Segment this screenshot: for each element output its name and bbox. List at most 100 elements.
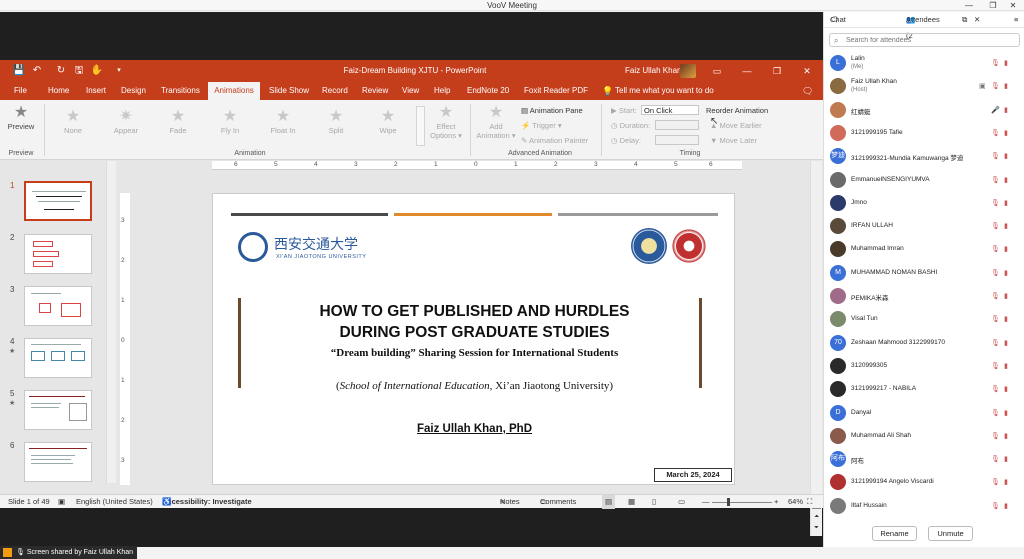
camera-off-icon[interactable]: ▮ [1004, 455, 1008, 463]
account-avatar[interactable] [680, 64, 696, 78]
zoom-slider[interactable] [712, 502, 772, 503]
animation-float-in[interactable]: ★ Float In [266, 108, 300, 135]
attendee-row[interactable]: 梦迪 3121999321-Mundia Kamuwanga 梦迪 🎙 ▮ [824, 145, 1024, 168]
attendee-row[interactable]: 阿布 阿布 🎙 ▮ [824, 448, 1024, 471]
tab-insert[interactable]: Insert [84, 82, 108, 100]
camera-off-icon[interactable]: ▮ [1004, 409, 1008, 417]
present-icon[interactable]: 🖫 [72, 60, 86, 82]
duration-input[interactable] [655, 120, 699, 130]
fit-to-window-icon[interactable]: ⛶ [807, 495, 812, 509]
mic-muted-icon[interactable]: 🎙 [991, 409, 1000, 417]
tab-file[interactable]: File [12, 82, 29, 100]
tab-slide-show[interactable]: Slide Show [267, 82, 311, 100]
animation-appear[interactable]: ✷ Appear [110, 108, 142, 135]
mic-muted-icon[interactable]: 🎙 [991, 245, 1000, 253]
ppt-minimize-icon[interactable]: — [737, 60, 757, 82]
camera-off-icon[interactable]: ▮ [1004, 106, 1008, 114]
animation-pane-button[interactable]: ▤ Animation Pane [521, 106, 583, 115]
tab-transitions[interactable]: Transitions [159, 82, 202, 100]
reading-view-icon[interactable]: ▯ [652, 495, 656, 509]
attendee-row[interactable]: D Danyal 🎙 ▮ [824, 402, 1024, 425]
camera-off-icon[interactable]: ▮ [1004, 199, 1008, 207]
slide-sorter-icon[interactable]: ▦ [628, 495, 635, 509]
undo-icon[interactable]: ↶ [30, 60, 44, 82]
mic-muted-icon[interactable]: 🎙 [991, 129, 1000, 137]
mic-muted-icon[interactable]: 🎙 [991, 339, 1000, 347]
camera-off-icon[interactable]: ▮ [1004, 245, 1008, 253]
zoom-in-icon[interactable]: + [774, 495, 778, 509]
tab-view[interactable]: View [400, 82, 421, 100]
animation-gallery-scroll[interactable] [416, 106, 425, 146]
attendee-row[interactable]: Iltaf Hussain 🎙 ▮ [824, 495, 1024, 518]
mic-muted-icon[interactable]: 🎙 [991, 152, 1000, 160]
attendee-row[interactable]: Faiz Ullah Khan (Host) ▣ 🎙 ▮ [824, 75, 1024, 98]
mic-muted-icon[interactable]: 🎙 [991, 478, 1000, 486]
previous-slide-icon[interactable]: ⏶ [812, 513, 821, 523]
attendee-row[interactable]: 3121999194 Angelo Viscardi 🎙 ▮ [824, 471, 1024, 494]
slide-thumbnail-6[interactable] [24, 442, 92, 482]
mic-muted-icon[interactable]: 🎙 [991, 362, 1000, 370]
camera-off-icon[interactable]: ▮ [1004, 269, 1008, 277]
animation-fly-in[interactable]: ★ Fly In [215, 108, 245, 135]
attendee-row[interactable]: 70 Zeshaan Mahmood 3122999170 🎙 ▮ [824, 332, 1024, 355]
mic-muted-icon[interactable]: 🎙 [991, 222, 1000, 230]
mic-muted-icon[interactable]: 🎙 [991, 292, 1000, 300]
camera-off-icon[interactable]: ▮ [1004, 129, 1008, 137]
close-button[interactable]: ✕ [1002, 0, 1024, 11]
slide-canvas[interactable]: 西安交通大学 XI'AN JIAOTONG UNIVERSITY HOW TO … [212, 193, 735, 485]
account-name[interactable]: Faiz Ullah Khan [625, 60, 681, 82]
effect-options-button[interactable]: ★ Effect Options ▾ [428, 104, 464, 140]
ppt-maximize-icon[interactable]: ❐ [767, 60, 787, 82]
zoom-slider-thumb[interactable] [727, 498, 730, 506]
attendee-row[interactable]: Jmno 🎙 ▮ [824, 192, 1024, 215]
mic-muted-icon[interactable]: 🎙 [991, 315, 1000, 323]
trigger-button[interactable]: ⚡ Trigger ▾ [521, 121, 562, 130]
camera-off-icon[interactable]: ▮ [1004, 292, 1008, 300]
slideshow-view-icon[interactable]: ▭ [678, 495, 685, 509]
attendee-row[interactable]: 3120999305 🎙 ▮ [824, 355, 1024, 378]
mic-muted-icon[interactable]: 🎙 [991, 385, 1000, 393]
preview-button[interactable]: ★ Preview [6, 104, 36, 131]
mic-muted-icon[interactable]: 🎙 [991, 59, 1000, 67]
save-icon[interactable]: 💾 [12, 60, 26, 82]
mic-muted-icon[interactable]: 🎙 [991, 176, 1000, 184]
camera-off-icon[interactable]: ▮ [1004, 339, 1008, 347]
mic-on-icon[interactable]: 🎤 [991, 106, 1000, 114]
camera-off-icon[interactable]: ▮ [1004, 362, 1008, 370]
ribbon-display-icon[interactable]: ▭ [707, 60, 727, 82]
animation-painter-button[interactable]: ✎ Animation Painter [521, 136, 588, 145]
camera-off-icon[interactable]: ▮ [1004, 432, 1008, 440]
attendee-row[interactable]: IRFAN ULLAH 🎙 ▮ [824, 215, 1024, 238]
attendee-row[interactable]: M MUHAMMAD NOMAN BASHI 🎙 ▮ [824, 262, 1024, 285]
tab-record[interactable]: Record [320, 82, 350, 100]
tab-home[interactable]: Home [46, 82, 71, 100]
tab-design[interactable]: Design [119, 82, 148, 100]
language-indicator[interactable]: English (United States) [76, 495, 153, 509]
search-input[interactable] [846, 35, 1014, 46]
attendee-row[interactable]: 红蜻蜓 🎤 ▮ [824, 99, 1024, 122]
tab-help[interactable]: Help [432, 82, 452, 100]
camera-off-icon[interactable]: ▮ [1004, 59, 1008, 67]
animation-split[interactable]: ★ Split [321, 108, 351, 135]
add-animation-button[interactable]: ★ Add Animation ▾ [474, 104, 518, 140]
popout-icon[interactable]: ⧉ [962, 12, 967, 28]
normal-view-icon[interactable]: ▤ [602, 495, 616, 509]
attendee-row[interactable]: 3121999195 Tafie 🎙 ▮ [824, 122, 1024, 145]
mic-muted-icon[interactable]: 🎙 [991, 269, 1000, 277]
attendee-row[interactable]: Visal Tun 🎙 ▮ [824, 308, 1024, 331]
tab-animations[interactable]: Animations [208, 82, 260, 100]
animation-none[interactable]: ★ None [58, 108, 88, 135]
slide-thumbnail-1[interactable] [24, 181, 92, 221]
zoom-out-icon[interactable]: — [702, 495, 710, 509]
move-later-button[interactable]: ▼ Move Later [710, 136, 757, 145]
minimize-button[interactable]: — [958, 0, 980, 11]
mic-muted-icon[interactable]: 🎙 [991, 502, 1000, 510]
tab-endnote[interactable]: EndNote 20 [465, 82, 511, 100]
tab-foxit[interactable]: Foxit Reader PDF [522, 82, 590, 100]
slide-thumbnail-5[interactable] [24, 390, 92, 430]
attendee-row[interactable]: L Lalin (Me) 🎙 ▮ [824, 52, 1024, 75]
rename-button[interactable]: Rename [872, 526, 917, 541]
camera-off-icon[interactable]: ▮ [1004, 152, 1008, 160]
tell-me-search[interactable]: Tell me what you want to do [615, 82, 714, 100]
attendee-row[interactable]: PEMIKA米森 🎙 ▮ [824, 285, 1024, 308]
